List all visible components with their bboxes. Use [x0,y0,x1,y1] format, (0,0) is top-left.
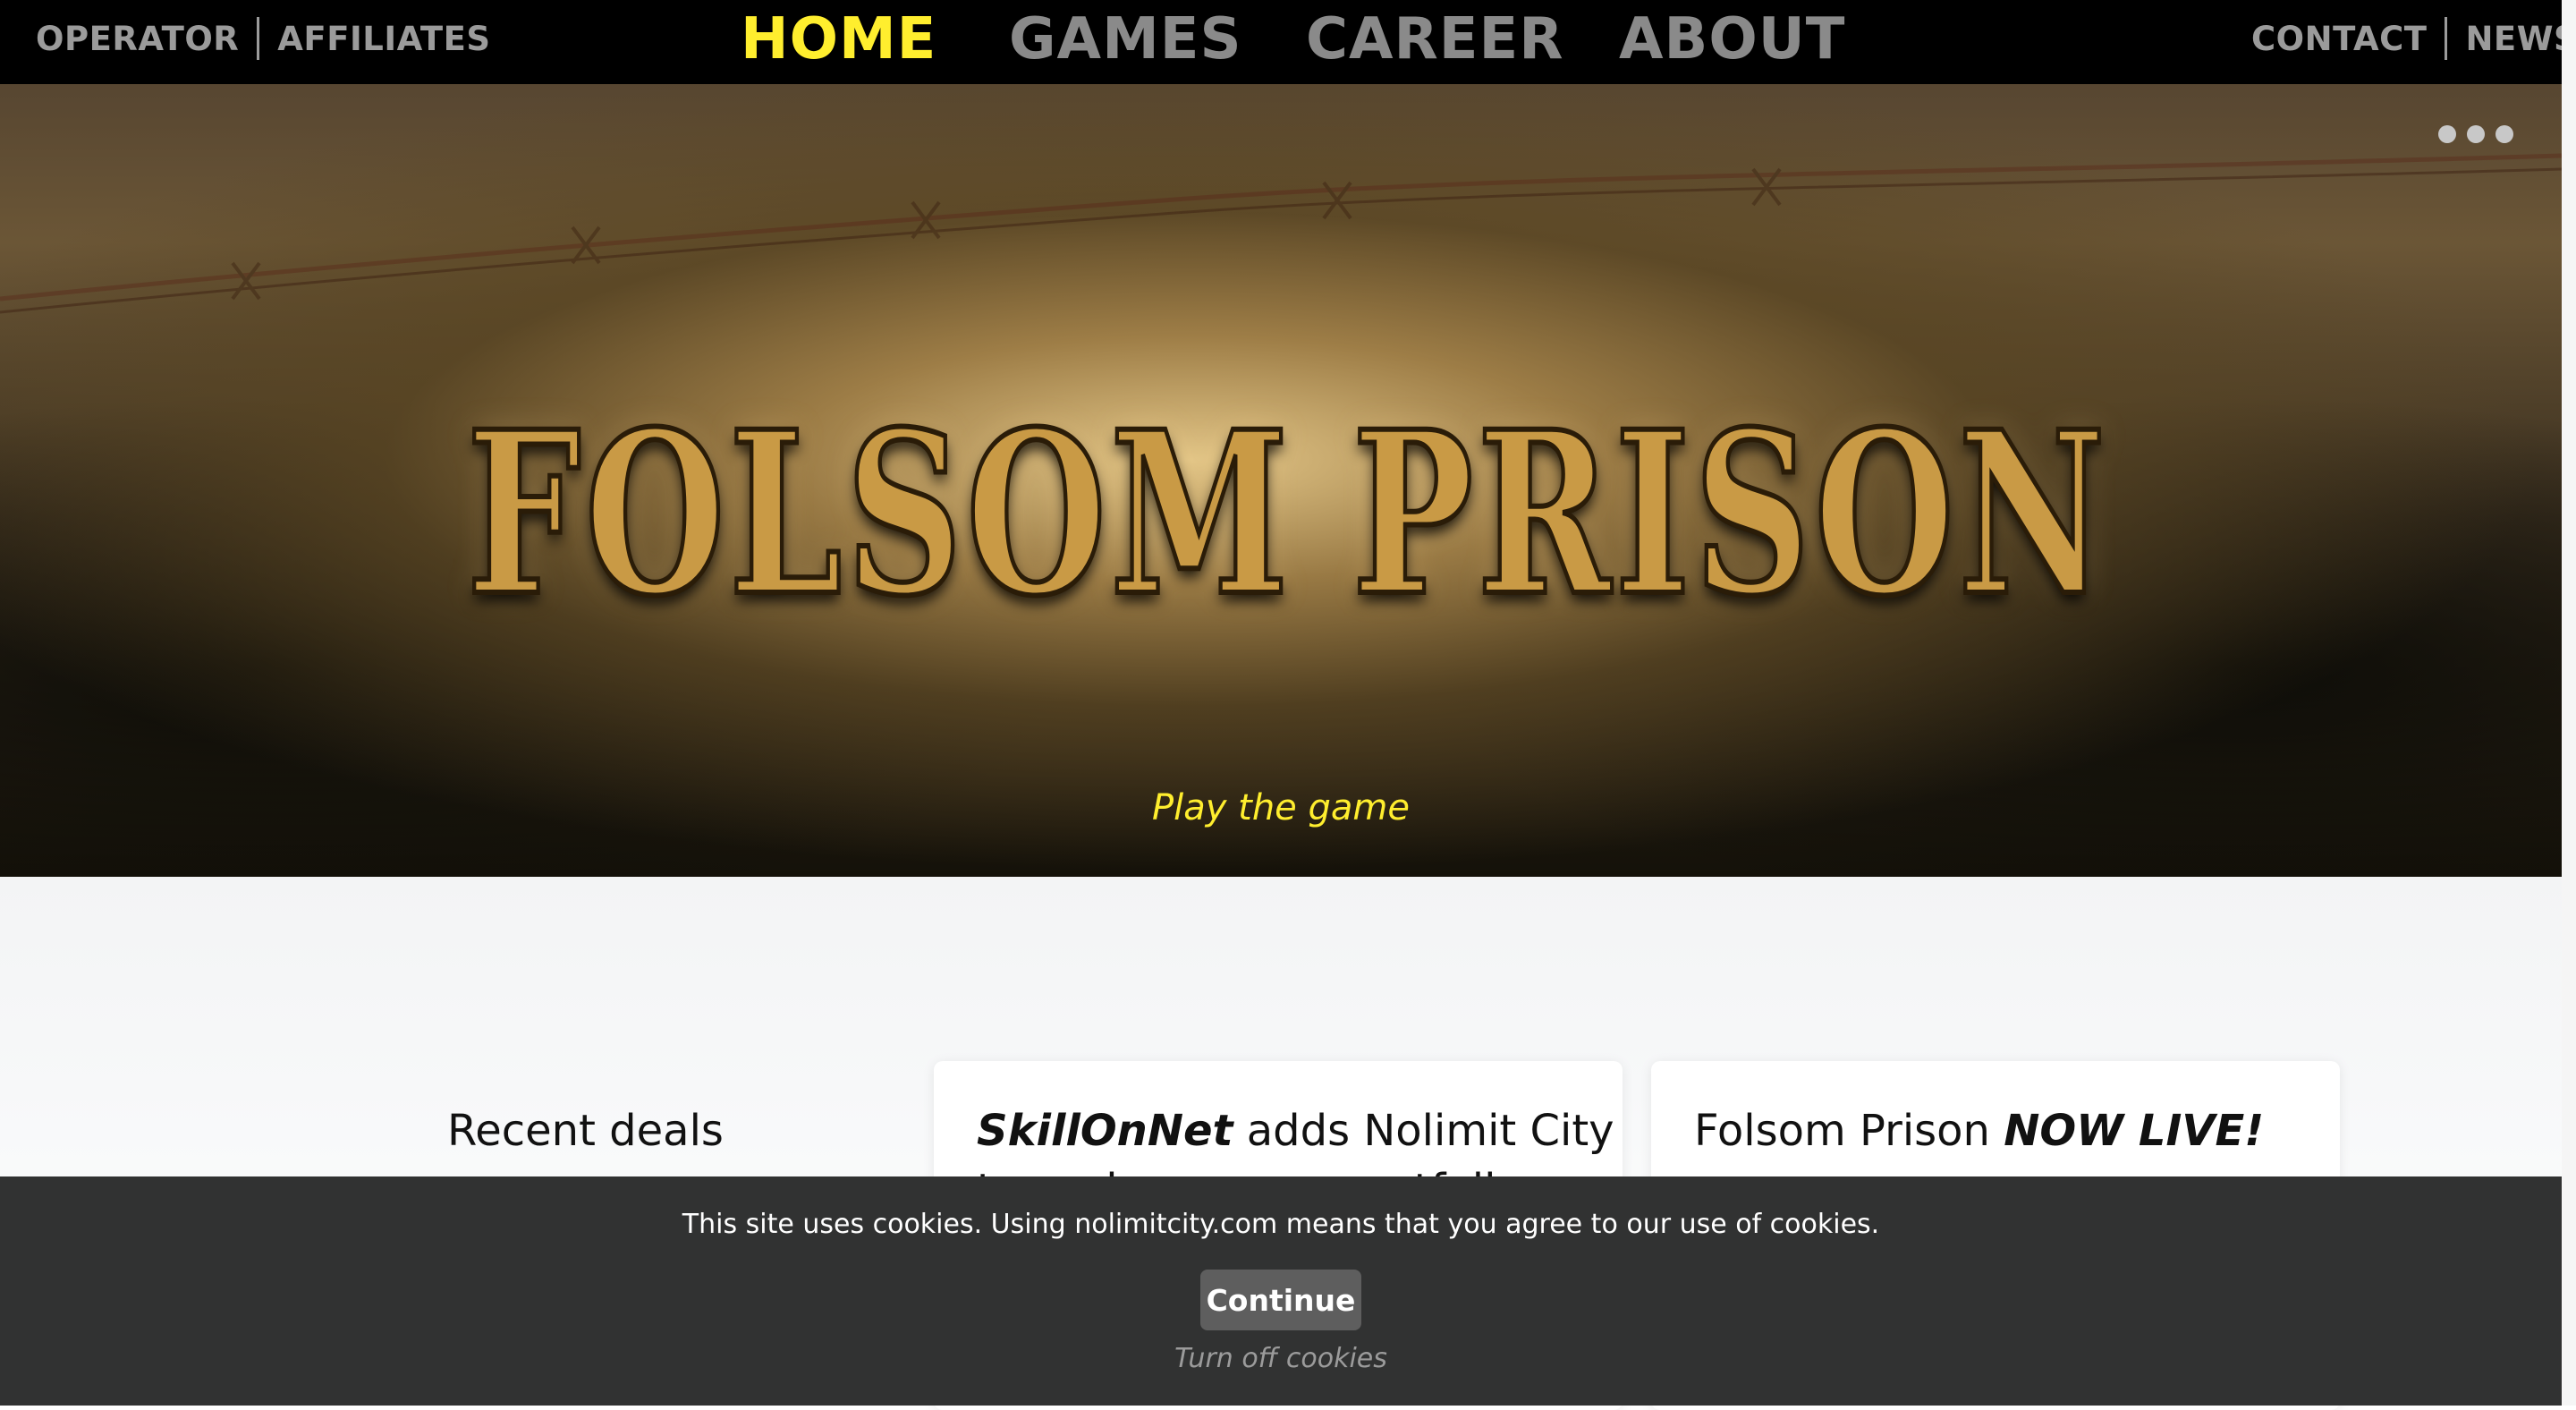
card-title: SkillOnNet adds Nolimit City [977,1106,1614,1156]
cookie-banner: This site uses cookies. Using nolimitcit… [0,1176,2562,1406]
nav-contact-link[interactable]: CONTACT [2251,20,2427,58]
card-title-bold: SkillOnNet [977,1106,1233,1156]
continue-button[interactable]: Continue [1200,1270,1361,1330]
nav-affiliates-link[interactable]: AFFILIATES [277,20,490,58]
card-title-rest: Folsom Prison [1694,1106,2004,1156]
page-scrollbar[interactable] [2562,0,2576,1406]
play-game-link[interactable]: Play the game [1102,787,1460,828]
nav-separator [2445,17,2448,60]
turn-off-cookies-link[interactable]: Turn off cookies [0,1343,2562,1374]
card-title: Folsom Prison NOW LIVE! [1694,1106,2264,1156]
secondary-nav-right: CONTACT NEWS [2251,16,2576,61]
recent-deals-heading: Recent deals [447,1106,724,1156]
barbed-wire-decoration [0,153,2562,314]
nav-career-link[interactable]: CAREER [1306,0,1564,79]
game-logo: FOLSOM PRISON [465,379,2110,648]
top-navigation: OPERATOR AFFILIATES HOME GAMES CAREER AB… [0,0,2576,84]
nav-games-link[interactable]: GAMES [1009,0,1242,79]
carousel-dot-3[interactable] [2496,125,2513,143]
carousel-dot-1[interactable] [2438,125,2456,143]
hero-carousel[interactable]: FOLSOM PRISON Play the game [0,84,2562,877]
nav-operator-link[interactable]: OPERATOR [36,20,239,58]
cookie-message: This site uses cookies. Using nolimitcit… [682,1209,1880,1240]
carousel-indicators [2438,125,2513,143]
nav-about-link[interactable]: ABOUT [1619,0,1845,79]
card-title-bold: NOW LIVE! [2004,1106,2265,1156]
nav-home-link[interactable]: HOME [741,0,936,79]
secondary-nav-left: OPERATOR AFFILIATES [36,16,491,61]
nav-separator [257,17,260,60]
card-title-rest: adds Nolimit City [1233,1106,1614,1156]
nav-news-link[interactable]: NEWS [2465,20,2576,58]
carousel-dot-2[interactable] [2467,125,2485,143]
